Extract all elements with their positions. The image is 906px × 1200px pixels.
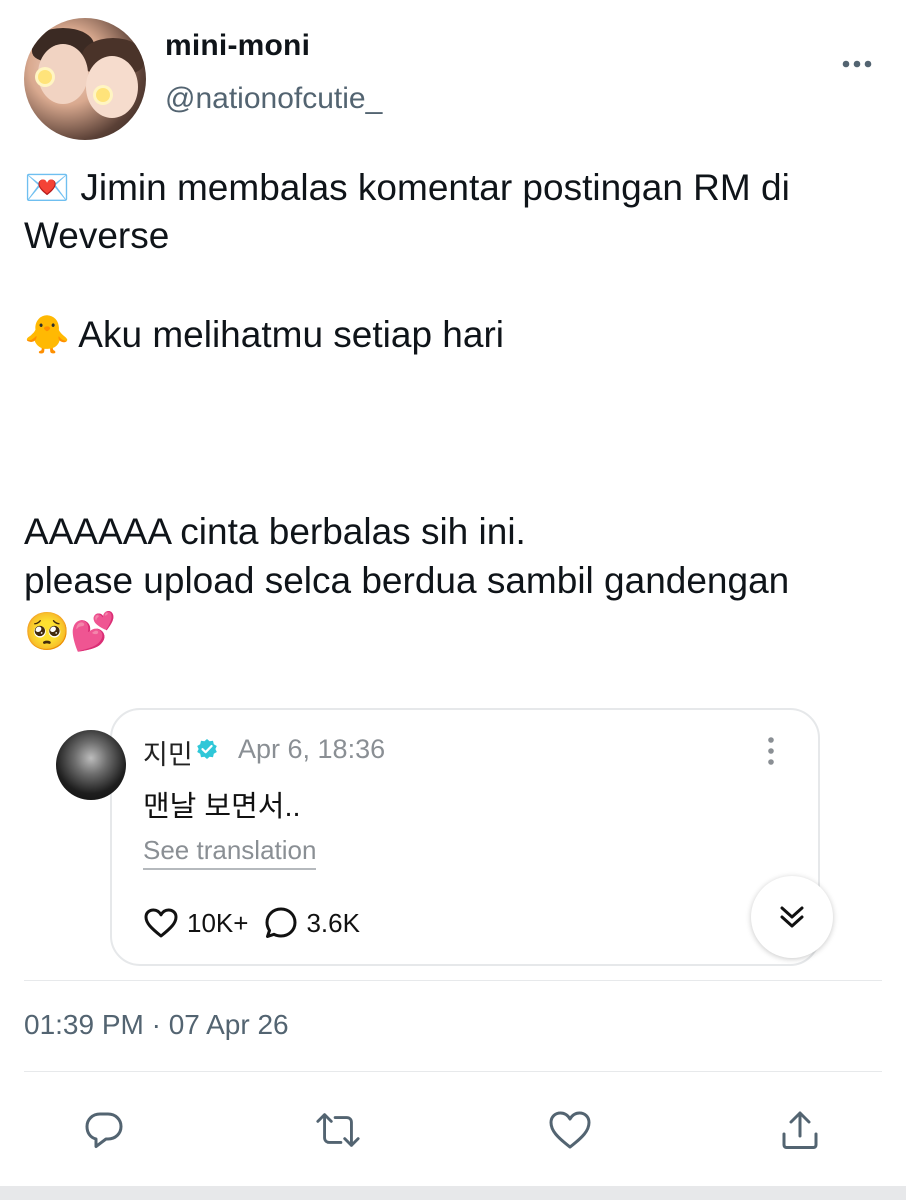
divider (24, 1071, 882, 1072)
commenter-avatar[interactable] (56, 730, 126, 800)
profile-avatar[interactable] (24, 18, 146, 140)
avatar-decoration (86, 56, 138, 118)
reply-button[interactable] (80, 1106, 128, 1154)
comments-stat[interactable]: 3.6K (264, 906, 360, 940)
user-handle[interactable]: @nationofcutie_ (165, 82, 382, 116)
comment-text: 맨날 보면서.. (143, 791, 301, 823)
comments-count: 3.6K (306, 907, 360, 938)
share-icon (782, 1111, 818, 1149)
reply-icon (85, 1112, 123, 1148)
flower-icon (96, 88, 110, 102)
tweet-text-line: 💌 Jimin membalas komentar postingan RM d… (24, 167, 790, 208)
tweet-text-line: AAAAAA cinta berbalas sih ini. (24, 511, 526, 552)
chevron-double-down-icon (780, 906, 804, 928)
divider (24, 980, 882, 981)
comment-icon (265, 907, 297, 938)
commenter-name[interactable]: 지민 (143, 733, 193, 772)
see-translation-link[interactable]: See translation (143, 835, 317, 870)
heart-icon (144, 908, 178, 938)
likes-stat[interactable]: 10K+ (143, 907, 248, 939)
flower-icon (38, 70, 52, 84)
tweet-text-line: Weverse (24, 215, 170, 256)
retweet-icon (316, 1113, 360, 1147)
tweet-text-line: 🥺💕 (24, 611, 117, 652)
tweet-text-line: please upload selca berdua sambil ganden… (24, 560, 790, 601)
comment-date: Apr 6, 18:36 (238, 734, 386, 764)
display-name[interactable]: mini-moni (165, 29, 310, 63)
tweet-text-line: 🐥 Aku melihatmu setiap hari (24, 314, 505, 355)
tweet-timestamp[interactable]: 01:39 PM · 07 Apr 26 (24, 1009, 289, 1041)
heart-icon (549, 1111, 591, 1149)
expand-button[interactable] (751, 876, 833, 958)
retweet-button[interactable] (314, 1106, 362, 1154)
bottom-bar (0, 1186, 906, 1200)
comment-stats: 10K+ 3.6K (143, 903, 376, 943)
like-button[interactable] (546, 1106, 594, 1154)
share-button[interactable] (776, 1106, 824, 1154)
more-horizontal-icon[interactable] (842, 46, 872, 74)
likes-count: 10K+ (187, 907, 249, 938)
more-vertical-icon[interactable] (766, 736, 776, 766)
verified-badge-icon (196, 738, 218, 760)
